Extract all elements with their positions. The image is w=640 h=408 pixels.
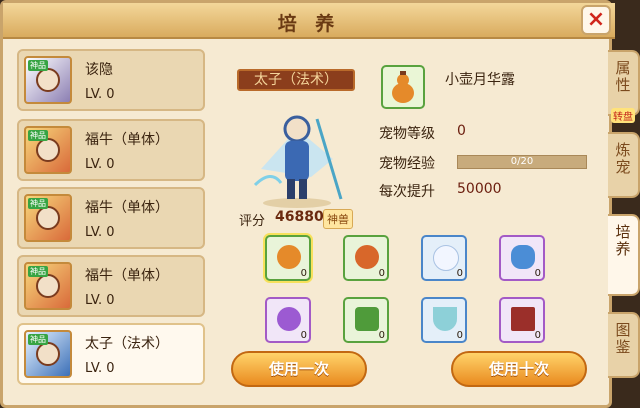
rarity-tag: 神品	[28, 198, 48, 209]
close-icon[interactable]: ×	[581, 5, 611, 35]
pet-name: 福牛（单体）	[85, 132, 169, 148]
item-count: 0	[378, 268, 385, 279]
pet-face-icon	[36, 68, 60, 92]
tab-label: 培养	[615, 223, 631, 258]
pet-list-item[interactable]: 神品 福牛（单体） LV. 0	[17, 255, 205, 317]
pet-name-plate: 太子（法术）	[237, 69, 355, 91]
score-label: 评分	[239, 214, 266, 229]
orb-icon	[277, 307, 301, 331]
use-ten-button[interactable]: 使用十次	[451, 351, 587, 387]
exp-progress-bar: 0/20	[457, 155, 587, 169]
inventory-slot-gourd[interactable]: 0	[343, 235, 389, 281]
tab-attributes[interactable]: 属性	[608, 50, 640, 116]
item-count: 0	[456, 330, 463, 341]
pet-level: LV. 0	[85, 361, 115, 376]
gourd-icon	[355, 245, 379, 269]
pet-level: LV. 0	[85, 225, 115, 240]
pet-name: 福牛（单体）	[85, 268, 169, 284]
pet-name: 该隐	[85, 62, 113, 78]
pet-avatar: 神品	[24, 330, 72, 378]
tab-codex[interactable]: 图鉴	[608, 312, 640, 378]
pet-level-value: 0	[457, 123, 466, 139]
use-once-button[interactable]: 使用一次	[231, 351, 367, 387]
exp-progress-text: 0/20	[510, 156, 534, 167]
pet-face-icon	[36, 274, 60, 298]
item-count: 0	[534, 330, 541, 341]
item-count: 0	[534, 268, 541, 279]
selected-item-name: 小壶月华露	[445, 72, 515, 88]
tab-label: 属性	[615, 59, 631, 94]
pet-name: 太子（法术）	[85, 336, 169, 352]
tab-label: 炼宠	[615, 141, 631, 176]
item-count: 0	[300, 330, 307, 341]
pet-avatar: 神品	[24, 126, 72, 174]
pet-character-portrait	[253, 115, 343, 208]
pet-level: LV. 0	[85, 293, 115, 308]
bowl-icon	[433, 307, 457, 331]
dumpling-icon	[355, 307, 379, 331]
pet-list-item[interactable]: 神品 福牛（单体） LV. 0	[17, 187, 205, 249]
inventory-slot-book[interactable]: 0	[499, 297, 545, 343]
pet-list: 神品 该隐 LV. 0 神品 福牛（单体） LV. 0 神品 福牛（单体） LV…	[17, 49, 207, 393]
pet-exp-label: 宠物经验	[379, 156, 435, 172]
boost-label: 每次提升	[379, 184, 435, 200]
gourd-icon	[392, 71, 414, 103]
pearl-icon	[433, 245, 459, 271]
inventory-slot-pearl[interactable]: 0	[421, 235, 467, 281]
title-bar: 培 养	[3, 3, 615, 39]
score-value: 46880	[275, 209, 324, 225]
book-icon	[511, 307, 535, 331]
pet-list-item[interactable]: 神品 该隐 LV. 0	[17, 49, 205, 111]
pet-level-label: 宠物等级	[379, 126, 435, 142]
rarity-tag: 神品	[28, 130, 48, 141]
side-tab-bar: 属性 炼宠 培养 图鉴	[608, 40, 640, 408]
wheel-badge[interactable]: 转盘	[611, 108, 635, 123]
score-badge: 神兽	[323, 209, 353, 229]
inventory-slot-orb[interactable]: 0	[265, 297, 311, 343]
inventory-slot-dumpling[interactable]: 0	[343, 297, 389, 343]
gourd-icon	[277, 245, 301, 269]
inventory-slot-gourd[interactable]: 0	[265, 235, 311, 281]
culture-panel: 培 养 × 神品 该隐 LV. 0 神品 福牛（单体） LV. 0 神品 福牛（…	[0, 0, 615, 408]
pet-face-icon	[36, 138, 60, 162]
pet-avatar: 神品	[24, 194, 72, 242]
pet-list-item-selected[interactable]: 神品 太子（法术） LV. 0	[17, 323, 205, 385]
selected-item-gourd-icon	[381, 65, 425, 109]
pet-avatar: 神品	[24, 262, 72, 310]
tab-label: 图鉴	[615, 321, 631, 356]
window-title: 培 养	[277, 13, 341, 35]
pet-face-icon	[36, 342, 60, 366]
item-count: 0	[456, 268, 463, 279]
boost-value: 50000	[457, 181, 502, 197]
pet-level: LV. 0	[85, 157, 115, 172]
rarity-tag: 神品	[28, 60, 48, 71]
tab-refine-pet[interactable]: 炼宠	[608, 132, 640, 198]
inventory-slot-bowl[interactable]: 0	[421, 297, 467, 343]
tab-culture[interactable]: 培养	[608, 214, 640, 296]
pet-list-item[interactable]: 神品 福牛（单体） LV. 0	[17, 119, 205, 181]
item-count: 0	[300, 268, 307, 279]
rarity-tag: 神品	[28, 266, 48, 277]
pet-face-icon	[36, 206, 60, 230]
inventory-slot-teapot[interactable]: 0	[499, 235, 545, 281]
rarity-tag: 神品	[28, 334, 48, 345]
pet-level: LV. 0	[85, 87, 115, 102]
item-count: 0	[378, 330, 385, 341]
teapot-icon	[511, 245, 535, 269]
pet-avatar: 神品	[24, 56, 72, 104]
pet-name: 福牛（单体）	[85, 200, 169, 216]
